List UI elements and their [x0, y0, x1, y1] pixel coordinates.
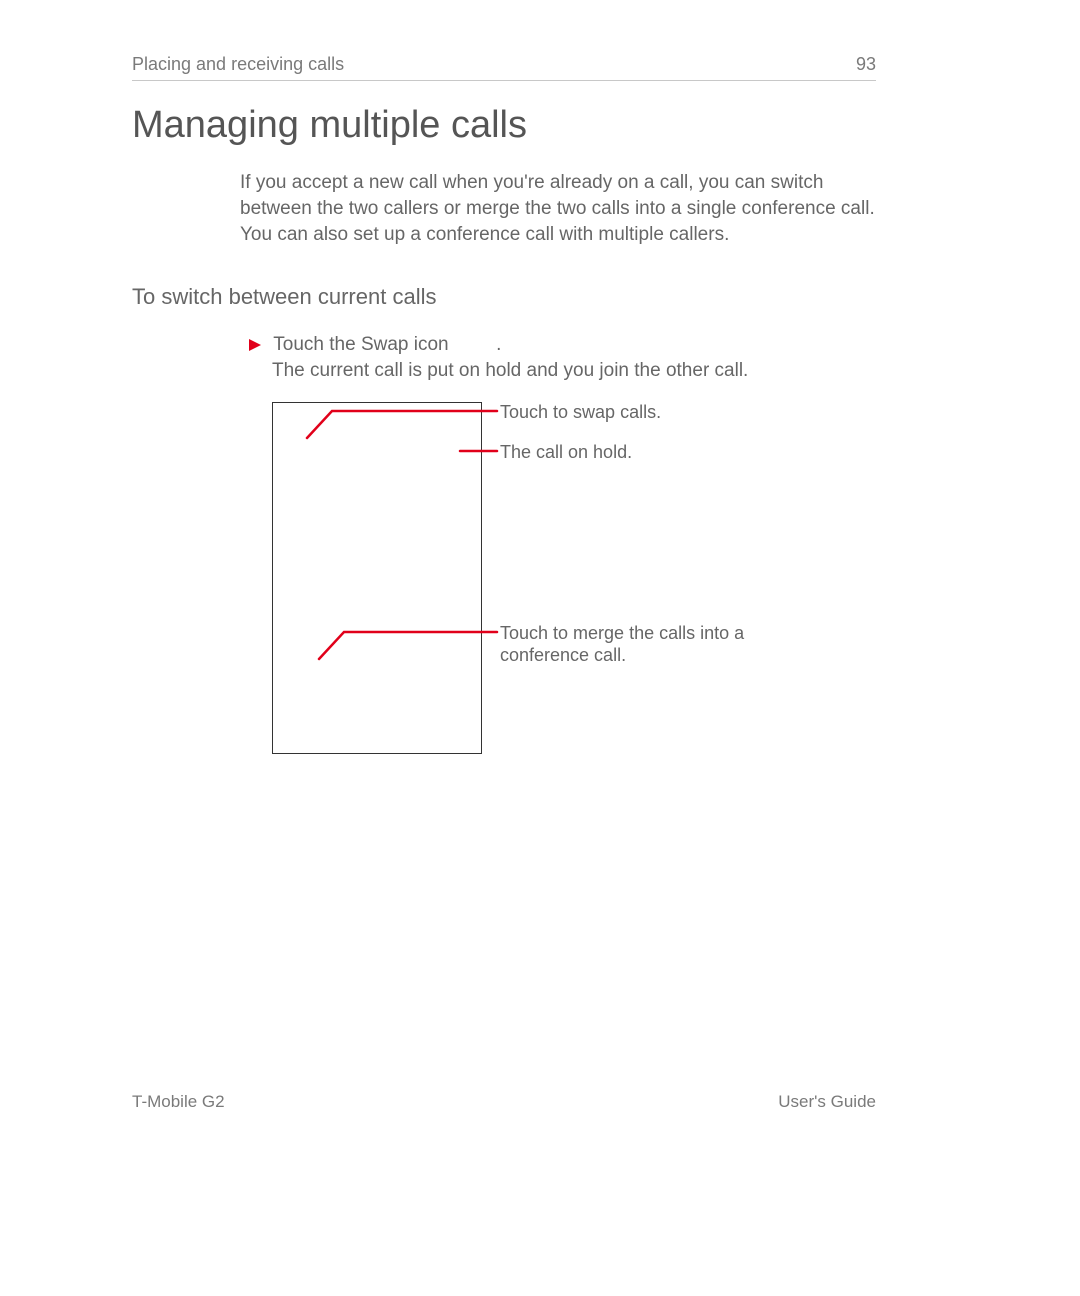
step-period: . — [496, 334, 501, 355]
header-rule — [132, 80, 876, 81]
diagram: Touch to swap calls. The call on hold. T… — [272, 402, 876, 762]
callout-swap: Touch to swap calls. — [500, 401, 661, 423]
step-text: Touch the Swap icon — [273, 334, 448, 355]
step-trailing-punct — [454, 334, 491, 355]
step-row: Touch the Swap icon . — [248, 332, 876, 358]
page-title: Managing multiple calls — [132, 104, 527, 147]
footer-device: T-Mobile G2 — [132, 1092, 225, 1112]
footer-doc-title: User's Guide — [778, 1092, 876, 1112]
play-icon — [248, 338, 262, 352]
running-title: Placing and receiving calls — [132, 54, 880, 75]
step-sub: The current call is put on hold and you … — [272, 358, 876, 384]
page-number: 93 — [856, 54, 876, 75]
callout-hold: The call on hold. — [500, 441, 632, 463]
page: Placing and receiving calls 93 Managing … — [0, 0, 1080, 1296]
intro-paragraph: If you accept a new call when you're alr… — [240, 170, 876, 248]
section-heading: To switch between current calls — [132, 284, 436, 310]
callout-merge: Touch to merge the calls into a conferen… — [500, 622, 800, 666]
